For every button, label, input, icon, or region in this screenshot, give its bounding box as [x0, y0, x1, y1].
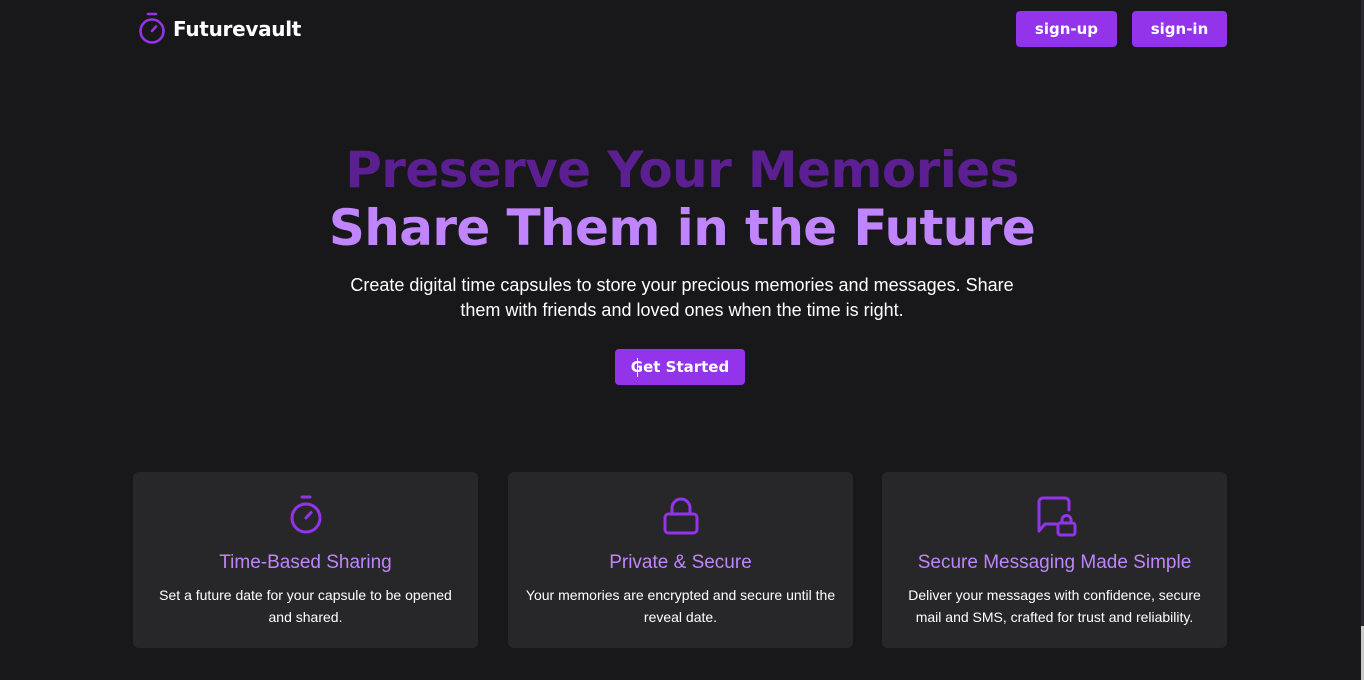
feature-description: Set a future date for your capsule to be… [159, 587, 452, 625]
hero-subtitle: Create digital time capsules to store yo… [350, 275, 1014, 320]
feature-card-private-secure: Private & Secure Your memories are encry… [508, 472, 853, 648]
sign-in-button[interactable]: sign-in [1132, 11, 1227, 47]
sign-up-button[interactable]: sign-up [1016, 11, 1117, 47]
feature-description: Deliver your messages with confidence, s… [908, 587, 1201, 625]
logo-text: Futurevault [173, 17, 302, 41]
feature-title: Time-Based Sharing [219, 552, 392, 573]
feature-title: Private & Secure [609, 552, 752, 573]
feature-title: Secure Messaging Made Simple [917, 552, 1192, 573]
stopwatch-icon [290, 495, 321, 534]
get-started-button[interactable]: Get Started [615, 349, 745, 385]
feature-card-secure-messaging: Secure Messaging Made Simple Deliver you… [882, 472, 1227, 648]
hero-heading-line-1: Preserve Your Memories [345, 141, 1019, 199]
site-header: Futurevault sign-up sign-in [133, 0, 1227, 60]
message-lock-icon [1037, 496, 1076, 537]
feature-card-time-based-sharing: Time-Based Sharing Set a future date for… [133, 472, 478, 648]
hero-heading-line-2: Share Them in the Future [328, 199, 1036, 257]
feature-description: Your memories are encrypted and secure u… [525, 587, 836, 625]
stopwatch-icon [139, 12, 165, 44]
logo[interactable]: Futurevault [137, 11, 301, 47]
lock-icon [663, 497, 698, 535]
hero-section: Preserve Your Memories Share Them in the… [0, 140, 1364, 323]
